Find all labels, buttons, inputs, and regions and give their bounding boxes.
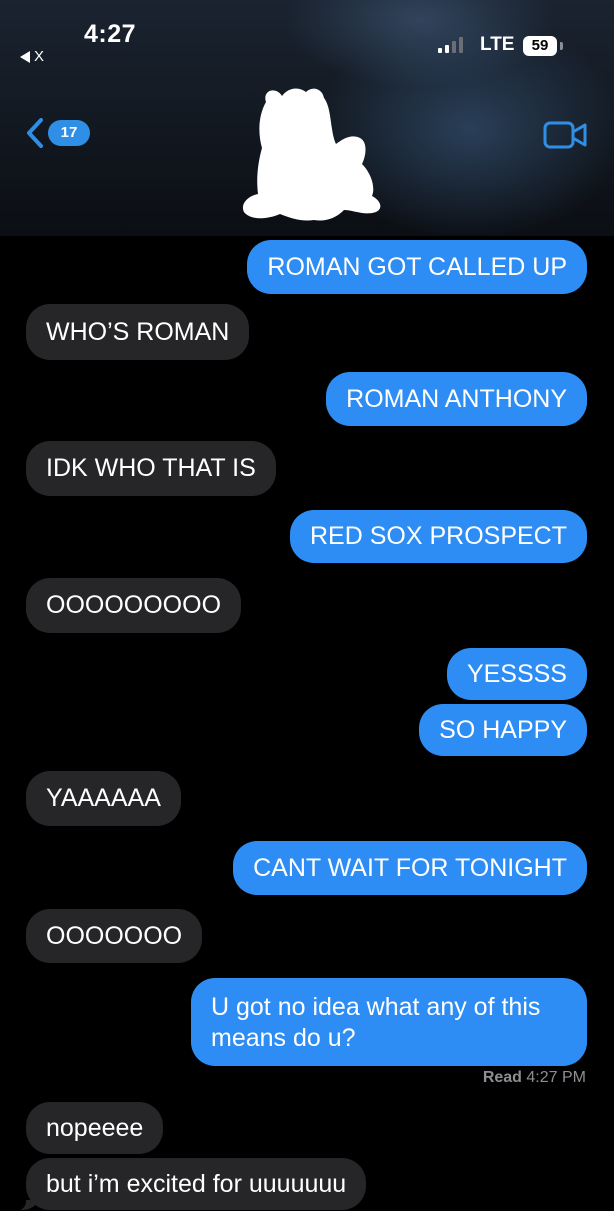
message-bubble-outgoing[interactable]: SO HAPPY <box>419 704 600 757</box>
back-triangle-icon <box>20 50 30 63</box>
message-text: OOOOOOO <box>46 921 183 950</box>
message-bubble-incoming[interactable]: WHO’S ROMAN <box>12 304 250 361</box>
message-text: nopeeee <box>46 1113 144 1142</box>
message-text: OOOOOOOOO <box>46 591 222 619</box>
message-text: ROMAN GOT CALLED UP <box>267 252 567 281</box>
message-text: SO HAPPY <box>439 715 567 744</box>
message-text: U got no idea what any of this means do … <box>211 993 541 1052</box>
message-bubble-incoming[interactable]: YAAAAAA <box>13 771 181 827</box>
message-bubble-incoming[interactable]: IDK WHO THAT IS <box>13 441 276 497</box>
video-call-icon[interactable] <box>543 121 587 149</box>
message-bubble-incoming[interactable]: but i’m excited for uuuuuuu <box>12 1158 367 1211</box>
network-type: LTE <box>480 34 515 55</box>
signal-bar <box>445 45 449 53</box>
message-bubble-outgoing[interactable]: U got no idea what any of this means do … <box>191 978 600 1067</box>
read-receipt-label: Read <box>482 1069 522 1086</box>
signal-bar <box>459 37 463 53</box>
back-button[interactable]: 17 <box>26 118 90 148</box>
message-text: YAAAAAA <box>46 784 161 812</box>
message-text: YESSSS <box>466 659 567 688</box>
message-text: WHO’S ROMAN <box>46 317 230 346</box>
chevron-left-icon <box>27 118 43 148</box>
conversation-header: 4:27 X LTE 59 17 <box>0 0 614 236</box>
message-bubble-outgoing[interactable]: CANT WAIT FOR TONIGHT <box>233 841 600 896</box>
message-text: but i’m excited for uuuuuuu <box>46 1169 347 1198</box>
message-bubble-incoming[interactable]: OOOOOOO <box>12 909 203 964</box>
avatar-redaction-shape <box>242 88 381 221</box>
message-bubble-outgoing[interactable]: RED SOX PROSPECT <box>290 510 600 564</box>
message-bubble-incoming[interactable]: OOOOOOOOO <box>12 578 242 634</box>
message-text: ROMAN ANTHONY <box>346 384 567 413</box>
message-bubble-outgoing[interactable]: YESSSS <box>446 648 587 700</box>
status-time: 4:27 <box>84 20 137 48</box>
battery-icon: 59 <box>523 36 557 56</box>
signal-bar <box>452 41 456 53</box>
read-receipt-time: 4:27 PM <box>526 1069 586 1086</box>
back-app-label: X <box>34 48 45 65</box>
signal-bar <box>438 48 442 53</box>
unread-count-badge: 17 <box>48 120 90 146</box>
signal-strength-icon <box>438 37 463 53</box>
message-text: CANT WAIT FOR TONIGHT <box>253 853 567 882</box>
back-to-app-link[interactable]: X <box>20 48 44 65</box>
message-bubble-incoming[interactable]: nopeeee <box>26 1102 164 1154</box>
message-bubble-outgoing[interactable]: ROMAN GOT CALLED UP <box>247 240 600 295</box>
message-bubble-outgoing[interactable]: ROMAN ANTHONY <box>326 372 600 427</box>
contact-avatar[interactable] <box>236 82 386 228</box>
read-receipt: Read 4:27 PM <box>483 1069 586 1087</box>
message-text: RED SOX PROSPECT <box>310 522 567 550</box>
battery-cap <box>560 42 563 50</box>
message-text: IDK WHO THAT IS <box>46 454 256 482</box>
